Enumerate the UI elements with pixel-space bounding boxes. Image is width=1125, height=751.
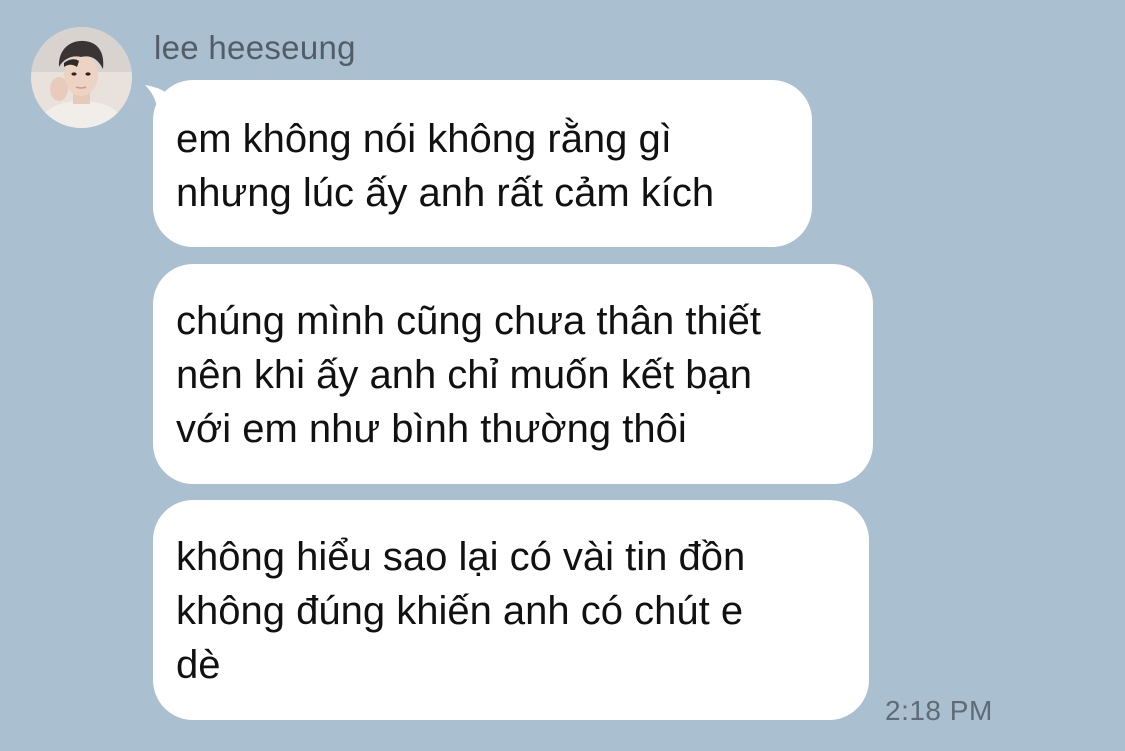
message-bubble[interactable]: chúng mình cũng chưa thân thiết nên khi … bbox=[153, 264, 873, 484]
message-text-line: không hiểu sao lại có vài tin đồn bbox=[176, 535, 746, 579]
message-text-line: nhưng lúc ấy anh rất cảm kích bbox=[176, 171, 715, 215]
message-bubble[interactable]: em không nói không rằng gì nhưng lúc ấy … bbox=[153, 80, 812, 247]
message-text-line: dè bbox=[176, 643, 221, 687]
message-text-line: với em như bình thường thôi bbox=[176, 407, 687, 451]
avatar[interactable] bbox=[31, 27, 132, 128]
message-text-line: em không nói không rằng gì bbox=[176, 117, 672, 161]
message-text-line: không đúng khiến anh có chút e bbox=[176, 589, 744, 633]
message-text-line: chúng mình cũng chưa thân thiết bbox=[176, 299, 761, 343]
message-timestamp: 2:18 PM bbox=[885, 695, 993, 726]
sender-name: lee heeseung bbox=[154, 29, 356, 66]
message-text-line: nên khi ấy anh chỉ muốn kết bạn bbox=[176, 353, 752, 397]
profile-photo-icon bbox=[31, 27, 132, 128]
message-bubble[interactable]: không hiểu sao lại có vài tin đồn không … bbox=[153, 500, 869, 720]
chat-view: lee heeseung em không nói không rằng gì … bbox=[0, 0, 1125, 751]
